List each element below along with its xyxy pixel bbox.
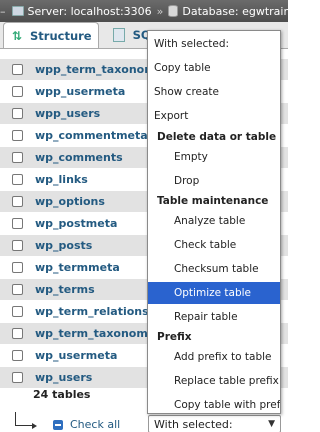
table-name-link[interactable]: wp_links xyxy=(35,173,88,186)
menu-item-check-table[interactable]: Check table xyxy=(148,234,280,256)
table-name-link[interactable]: wp_users xyxy=(35,371,92,384)
menu-item-add-prefix[interactable]: Add prefix to table xyxy=(148,346,280,368)
with-selected-select[interactable]: With selected: ▼ xyxy=(148,415,281,432)
menu-item-checksum-table[interactable]: Checksum table xyxy=(148,258,280,280)
row-checkbox[interactable] xyxy=(12,240,23,251)
menu-item-analyze-table[interactable]: Analyze table xyxy=(148,210,280,232)
row-checkbox[interactable] xyxy=(12,262,23,273)
structure-icon: ⇅ xyxy=(11,28,23,43)
row-checkbox[interactable] xyxy=(12,152,23,163)
table-name-link[interactable]: wpp_usermeta xyxy=(35,85,125,98)
menu-group-prefix: Prefix xyxy=(157,331,192,343)
row-checkbox[interactable] xyxy=(12,64,23,75)
server-breadcrumb-bar: – Server: localhost:3306 » Database: egw… xyxy=(0,0,288,22)
breadcrumb-separator-icon: » xyxy=(156,4,164,18)
select-arrow-icon xyxy=(15,412,37,429)
table-name-link[interactable]: wpp_term_taxonomy xyxy=(35,63,163,76)
menu-group-delete: Delete data or table xyxy=(157,131,277,143)
table-name-link[interactable]: wp_termmeta xyxy=(35,261,120,274)
menu-group-maintenance: Table maintenance xyxy=(157,195,269,207)
row-checkbox[interactable] xyxy=(12,328,23,339)
menu-item-copy-with-prefix[interactable]: Copy table with prefix xyxy=(148,394,280,413)
database-label: Database: egwtrainingn xyxy=(182,4,288,18)
table-name-link[interactable]: wp_postmeta xyxy=(35,217,117,230)
menu-item-export[interactable]: Export xyxy=(148,105,280,127)
server-label: Server: localhost:3306 xyxy=(27,4,152,18)
with-selected-dropdown-menu: With selected: Copy table Show create Ex… xyxy=(147,30,281,414)
database-icon xyxy=(168,5,179,17)
row-checkbox[interactable] xyxy=(12,130,23,141)
table-name-link[interactable]: wp_options xyxy=(35,195,105,208)
row-checkbox[interactable] xyxy=(12,218,23,229)
check-all-checkbox[interactable] xyxy=(53,420,63,430)
table-name-link[interactable]: wp_usermeta xyxy=(35,349,117,362)
menu-item-drop[interactable]: Drop xyxy=(148,170,280,192)
table-name-link[interactable]: wp_term_taxonomy xyxy=(35,327,155,340)
menu-item-with-selected[interactable]: With selected: xyxy=(148,33,280,55)
table-name-link[interactable]: wp_terms xyxy=(35,283,95,296)
check-all-link[interactable]: Check all xyxy=(70,418,120,431)
sql-icon xyxy=(112,28,125,42)
row-checkbox[interactable] xyxy=(12,372,23,383)
table-count-summary: 24 tables xyxy=(33,388,91,401)
menu-item-empty[interactable]: Empty xyxy=(148,146,280,168)
table-name-link[interactable]: wp_posts xyxy=(35,239,92,252)
with-selected-value: With selected: xyxy=(154,417,233,431)
row-checkbox[interactable] xyxy=(12,196,23,207)
table-name-link[interactable]: wp_comments xyxy=(35,151,123,164)
menu-item-copy-table[interactable]: Copy table xyxy=(148,57,280,79)
menu-item-optimize-table[interactable]: Optimize table xyxy=(148,282,280,304)
row-checkbox[interactable] xyxy=(12,306,23,317)
chevron-down-icon: ▼ xyxy=(268,419,275,429)
table-name-link[interactable]: wp_commentmeta xyxy=(35,129,148,142)
breadcrumb-server[interactable]: Server: localhost:3306 xyxy=(6,5,152,18)
row-checkbox[interactable] xyxy=(12,174,23,185)
row-checkbox[interactable] xyxy=(12,350,23,361)
row-checkbox[interactable] xyxy=(12,284,23,295)
row-checkbox[interactable] xyxy=(12,86,23,97)
menu-item-show-create[interactable]: Show create xyxy=(148,81,280,103)
row-checkbox[interactable] xyxy=(12,108,23,119)
menu-item-replace-prefix[interactable]: Replace table prefix xyxy=(148,370,280,392)
tab-structure-label: Structure xyxy=(30,28,92,43)
menu-item-repair-table[interactable]: Repair table xyxy=(148,306,280,328)
server-icon xyxy=(11,6,24,16)
table-name-link[interactable]: wpp_users xyxy=(35,107,100,120)
tab-structure[interactable]: ⇅ Structure xyxy=(3,22,99,48)
breadcrumb-database[interactable]: Database: egwtrainingn xyxy=(168,5,288,18)
